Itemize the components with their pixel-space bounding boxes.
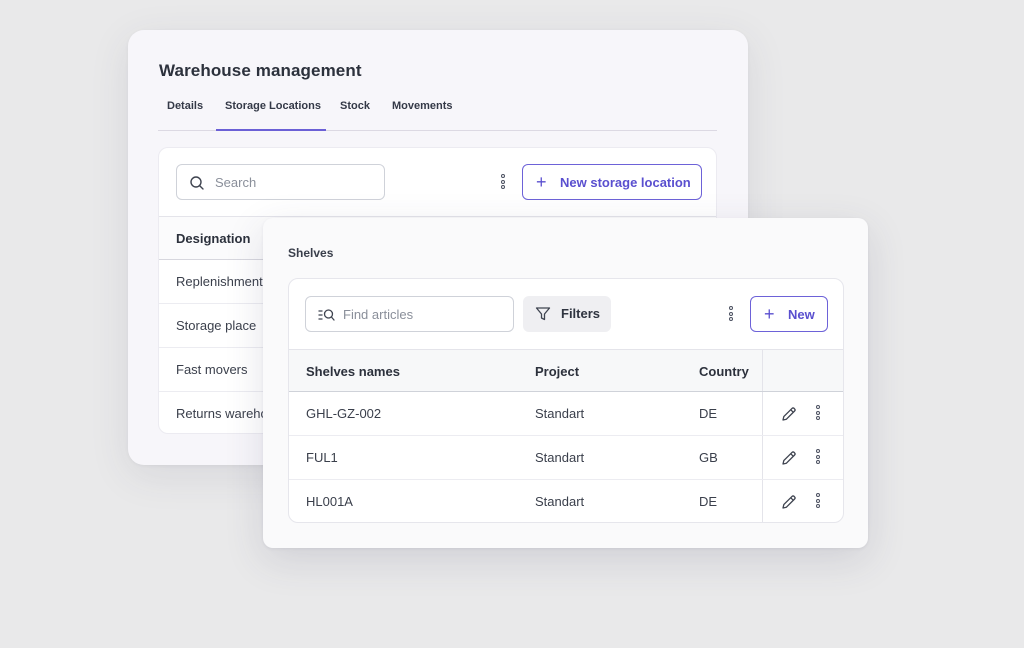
designation-cell: Replenishment <box>176 274 263 289</box>
project-cell: Standart <box>535 406 585 421</box>
project-cell: Standart <box>535 450 585 465</box>
table-row[interactable]: GHL-GZ-002 Standart DE <box>289 392 843 436</box>
pencil-icon[interactable] <box>780 405 798 423</box>
new-storage-location-button[interactable]: + New storage location <box>522 164 702 200</box>
designation-cell: Fast movers <box>176 362 248 377</box>
filter-icon <box>535 307 551 321</box>
tab-bar: Details Storage Locations Stock Movement… <box>158 96 717 131</box>
new-storage-location-label: New storage location <box>560 175 691 190</box>
shelf-name-cell: FUL1 <box>306 450 338 465</box>
country-cell: DE <box>699 406 718 421</box>
column-header-shelves-names: Shelves names <box>306 364 400 379</box>
shelves-title: Shelves <box>288 246 334 260</box>
table-row[interactable]: HL001A Standart DE <box>289 480 843 522</box>
shelves-panel: Find articles Filters + New Shelves name… <box>288 278 844 523</box>
column-header-designation: Designation <box>176 231 251 246</box>
search-placeholder: Search <box>215 175 257 190</box>
find-articles-input[interactable]: Find articles <box>305 296 514 332</box>
country-cell: GB <box>699 450 718 465</box>
filters-button[interactable]: Filters <box>523 296 611 332</box>
search-icon <box>190 176 204 190</box>
active-tab-indicator <box>216 129 326 131</box>
search-input[interactable]: Search <box>176 164 385 200</box>
column-header-country: Country <box>699 364 749 379</box>
pencil-icon[interactable] <box>780 449 798 467</box>
tab-storage-locations[interactable]: Storage Locations <box>225 100 321 112</box>
row-menu-icon[interactable] <box>815 449 821 467</box>
more-options-icon[interactable] <box>728 306 734 324</box>
tab-movements[interactable]: Movements <box>392 100 453 112</box>
row-menu-icon[interactable] <box>815 493 821 511</box>
row-menu-icon[interactable] <box>815 405 821 423</box>
find-articles-icon <box>318 309 335 321</box>
row-actions <box>762 480 843 522</box>
tab-stock[interactable]: Stock <box>340 100 370 112</box>
filters-label: Filters <box>561 306 601 321</box>
tab-details[interactable]: Details <box>167 100 203 112</box>
column-header-project: Project <box>535 364 580 379</box>
row-actions <box>762 392 843 435</box>
actions-column-header <box>762 350 843 391</box>
table-header: Shelves names Project Country <box>289 349 843 392</box>
shelf-name-cell: GHL-GZ-002 <box>306 406 382 421</box>
plus-icon: + <box>536 172 547 192</box>
shelves-window: Shelves Find articles Filters + New Shel <box>263 218 868 548</box>
new-shelf-button[interactable]: + New <box>750 296 828 332</box>
new-label: New <box>788 307 815 322</box>
table-row[interactable]: FUL1 Standart GB <box>289 436 843 480</box>
more-options-icon[interactable] <box>500 174 506 192</box>
page-title: Warehouse management <box>159 61 362 80</box>
pencil-icon[interactable] <box>780 493 798 511</box>
project-cell: Standart <box>535 494 585 509</box>
shelf-name-cell: HL001A <box>306 494 353 509</box>
designation-cell: Returns wareho <box>176 406 268 421</box>
row-actions <box>762 436 843 479</box>
plus-icon: + <box>764 304 775 324</box>
country-cell: DE <box>699 494 718 509</box>
find-articles-placeholder: Find articles <box>343 307 414 322</box>
designation-cell: Storage place <box>176 318 257 333</box>
